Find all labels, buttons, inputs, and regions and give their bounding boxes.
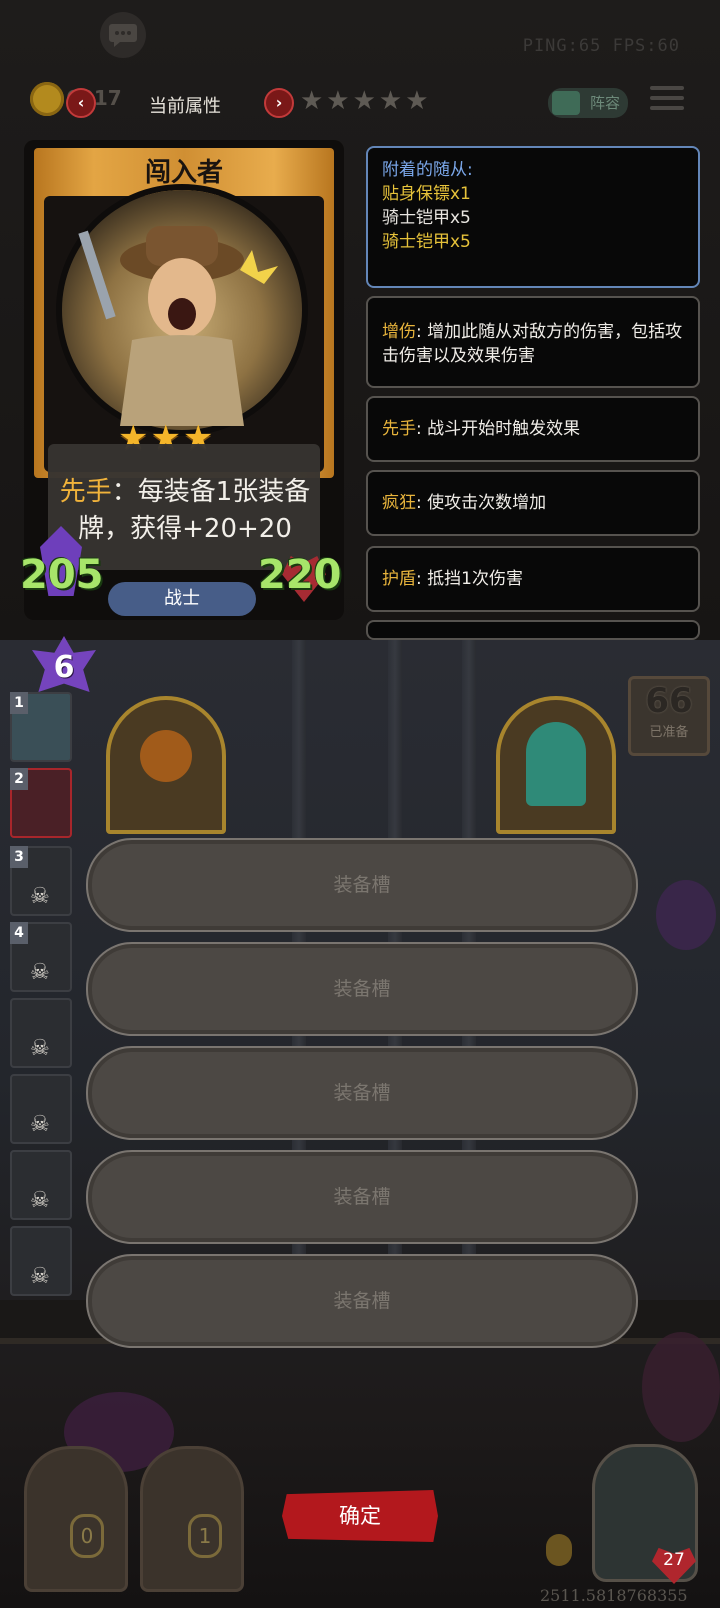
keyword-desc: : 使攻击次数增加	[416, 493, 547, 513]
roster-slot[interactable]: 3 ☠	[10, 846, 72, 916]
skill-description: 先手：每装备1张装备牌，获得+20+20	[54, 474, 316, 548]
chest-left-count: 0	[70, 1514, 104, 1558]
skull-icon: ☠	[30, 960, 50, 985]
rose-decoration	[656, 880, 716, 950]
menu-icon-bar	[650, 86, 684, 90]
roster-slot-number: 3	[10, 846, 28, 868]
menu-button[interactable]	[650, 86, 684, 116]
player-health-value: 27	[663, 1550, 685, 1570]
roster-slot[interactable]: ☠	[10, 998, 72, 1068]
attached-minions-panel: 附着的随从: 贴身保镖x1 骑士铠甲x5 骑士铠甲x5	[366, 146, 700, 288]
gold-coin-icon	[30, 82, 64, 116]
next-arrow-button[interactable]: ›	[264, 88, 294, 118]
keyword-desc: : 战斗开始时触发效果	[416, 419, 581, 439]
roster-slot-number: 4	[10, 922, 28, 944]
hero-portrait	[62, 190, 302, 430]
keyword-panel-damage-boost: 增伤: 增加此随从对敌方的伤害，包括攻击伤害以及效果伤害	[366, 296, 700, 388]
attached-title: 附着的随从:	[382, 160, 473, 180]
attached-item: 骑士铠甲x5	[382, 208, 471, 228]
menu-icon-bar	[650, 96, 684, 100]
skull-icon: ☠	[30, 1188, 50, 1213]
skull-icon: ☠	[30, 884, 50, 909]
ready-count: 66	[645, 681, 693, 721]
chest-right-count: 1	[188, 1514, 222, 1558]
roster-slot[interactable]: ☠	[10, 1150, 72, 1220]
keyword-name: 疯狂	[382, 493, 416, 513]
roster-slot[interactable]: 4 ☠	[10, 922, 72, 992]
keyword-desc: : 抵挡1次伤害	[416, 569, 523, 589]
skull-icon: ☠	[30, 1036, 50, 1061]
chat-icon	[109, 24, 137, 47]
skull-icon: ☠	[30, 1264, 50, 1289]
coordinates-readout: 2511.5818768355	[540, 1586, 688, 1605]
enemy-minion-frame[interactable]	[496, 696, 616, 834]
hero-name: 闯入者	[144, 158, 223, 188]
confirm-button[interactable]: 确定	[282, 1490, 438, 1542]
roster-slot-number: 1	[10, 692, 28, 714]
lineup-button[interactable]: 阵容	[548, 88, 628, 118]
equipment-slot[interactable]: 装备槽	[86, 1046, 638, 1140]
rose-decoration	[642, 1332, 720, 1442]
attached-item: 贴身保镖x1	[382, 184, 471, 204]
keyword-panel-frenzy: 疯狂: 使攻击次数增加	[366, 470, 700, 536]
attached-item: 骑士铠甲x5	[382, 232, 471, 252]
current-attributes-title: 当前属性	[149, 96, 221, 117]
chat-button[interactable]	[100, 12, 146, 58]
roster-slot[interactable]: ☠	[10, 1226, 72, 1296]
lineup-book-icon	[552, 91, 580, 115]
lineup-label: 阵容	[589, 94, 620, 112]
skull-icon: ☠	[30, 1112, 50, 1137]
ready-counter: 66 已准备	[628, 676, 710, 756]
ready-label: 已准备	[649, 725, 689, 740]
keyword-panel-partial	[366, 620, 700, 640]
health-value: 220	[258, 552, 342, 598]
attack-value: 205	[20, 552, 104, 598]
tavern-tier-value: 6	[53, 650, 75, 685]
roster-slot-number: 2	[10, 768, 28, 790]
equipment-slot[interactable]: 装备槽	[86, 838, 638, 932]
keyword-name: 护盾	[382, 569, 416, 589]
keyword-name: 增伤	[382, 322, 416, 342]
enemy-minion-frame[interactable]	[106, 696, 226, 834]
equipment-slot[interactable]: 装备槽	[86, 1254, 638, 1348]
menu-icon-bar	[650, 106, 684, 110]
roster-slot[interactable]: 1	[10, 692, 72, 762]
prev-arrow-button[interactable]: ‹	[66, 88, 96, 118]
ghost-knight-icon	[526, 722, 586, 806]
class-badge: 战士	[108, 582, 256, 616]
tier-stars-row: ★★★★★	[300, 86, 432, 116]
equipment-slot[interactable]: 装备槽	[86, 1150, 638, 1244]
equipment-slot[interactable]: 装备槽	[86, 942, 638, 1036]
intruder-portrait-art	[78, 226, 278, 426]
roster-slot-selected[interactable]: 2	[10, 768, 72, 838]
pumpkin-icon	[140, 730, 192, 782]
skill-keyword: 先手	[59, 477, 112, 507]
bell-icon	[546, 1534, 572, 1566]
keyword-panel-first-strike: 先手: 战斗开始时触发效果	[366, 396, 700, 462]
roster-slot[interactable]: ☠	[10, 1074, 72, 1144]
ping-fps-readout: PING:65 FPS:60	[522, 36, 680, 56]
skill-text: ：每装备1张装备牌，获得+20+20	[78, 477, 311, 544]
keyword-name: 先手	[382, 419, 416, 439]
keyword-desc: : 增加此随从对敌方的伤害，包括攻击伤害以及效果伤害	[382, 322, 683, 366]
keyword-panel-shield: 护盾: 抵挡1次伤害	[366, 546, 700, 612]
